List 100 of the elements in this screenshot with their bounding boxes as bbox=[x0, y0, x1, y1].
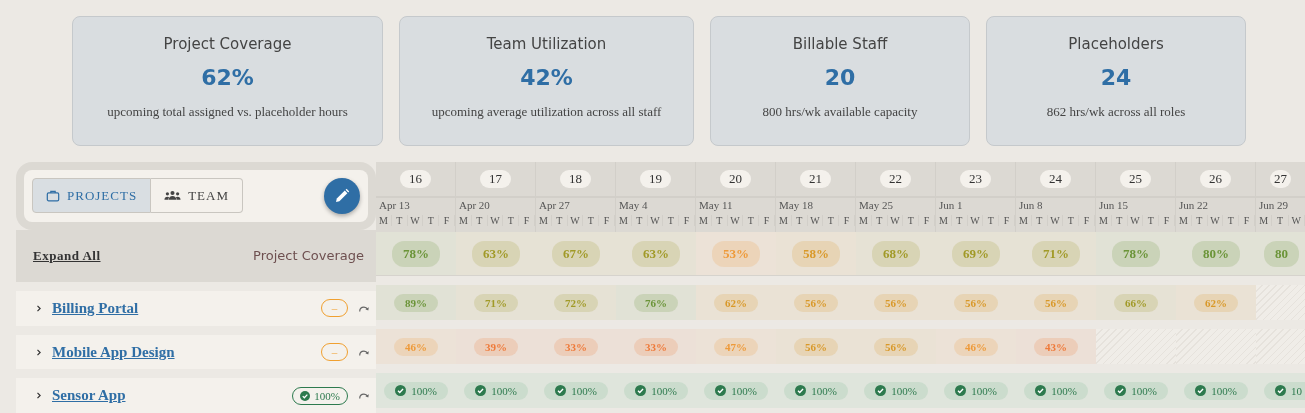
weekday-label: T bbox=[583, 215, 600, 226]
weekday-label: T bbox=[711, 215, 728, 226]
project-link[interactable]: Mobile App Design bbox=[52, 343, 321, 361]
weekday-label: T bbox=[791, 215, 808, 226]
chevron-icon bbox=[36, 303, 42, 313]
coverage-pill: 68% bbox=[872, 240, 920, 267]
check-icon bbox=[955, 385, 967, 396]
weekday-label: T bbox=[983, 215, 1000, 226]
stat-title: Project Coverage bbox=[163, 35, 292, 53]
coverage-pill: 100% bbox=[544, 381, 608, 400]
week-date: Apr 13 bbox=[378, 198, 411, 213]
coverage-pill: 100% bbox=[704, 381, 768, 400]
weekday-label: M bbox=[1256, 215, 1273, 226]
coverage-pill: 62% bbox=[1194, 293, 1238, 312]
pencil-icon bbox=[334, 187, 350, 204]
coverage-pill: 76% bbox=[634, 293, 678, 312]
coverage-pill: 33% bbox=[634, 337, 678, 356]
edit-button[interactable] bbox=[324, 177, 360, 214]
check-icon bbox=[1275, 385, 1286, 396]
weekday-label: W bbox=[887, 215, 904, 226]
week-date: May 4 bbox=[618, 198, 649, 213]
project-link[interactable]: Billing Portal bbox=[52, 299, 321, 317]
week-number: 18 bbox=[560, 170, 591, 188]
weekday-label: T bbox=[471, 215, 488, 226]
coverage-pill: 63% bbox=[632, 240, 680, 267]
view-tab[interactable]: PROJECTS bbox=[32, 178, 152, 214]
coverage-pill: 39% bbox=[474, 337, 518, 356]
week-date: Apr 27 bbox=[538, 198, 571, 213]
stat-title: Placeholders bbox=[1068, 35, 1164, 53]
coverage-pill: 67% bbox=[552, 240, 600, 267]
weekday-label: W bbox=[1288, 215, 1305, 226]
week-number: 20 bbox=[720, 170, 751, 188]
coverage-pill: 56% bbox=[794, 337, 838, 356]
week-number: 17 bbox=[480, 170, 511, 188]
stat-value: 62% bbox=[201, 65, 254, 90]
check-icon bbox=[635, 385, 647, 396]
project-link[interactable]: Sensor App bbox=[52, 387, 292, 405]
weekday-label: F bbox=[1159, 215, 1175, 226]
stat-caption: 862 hrs/wk across all roles bbox=[1046, 104, 1186, 120]
weekday-label: T bbox=[503, 215, 520, 226]
weekday-label: M bbox=[776, 215, 792, 226]
week-date: Jun 1 bbox=[938, 198, 964, 213]
coverage-pill: 78% bbox=[1112, 240, 1160, 267]
weekday-label: M bbox=[1016, 215, 1032, 226]
coverage-pill: 69% bbox=[952, 240, 1000, 267]
coverage-pill: 71% bbox=[474, 293, 518, 312]
coverage-pill: 53% bbox=[712, 240, 760, 267]
stat-caption: upcoming average utilization across all staff bbox=[431, 104, 662, 120]
weekday-label: W bbox=[1207, 215, 1224, 226]
redo-icon bbox=[358, 391, 370, 401]
view-tab[interactable]: TEAM bbox=[151, 178, 243, 214]
weekday-label: F bbox=[1239, 215, 1255, 226]
weekday-label: W bbox=[567, 215, 584, 226]
week-number: 21 bbox=[800, 170, 831, 188]
stat-title: Team Utilization bbox=[486, 35, 607, 53]
weekday-label: M bbox=[696, 215, 712, 226]
weekday-label: T bbox=[1143, 215, 1160, 226]
check-icon bbox=[795, 385, 807, 396]
coverage-pill: 100% bbox=[1184, 381, 1248, 400]
weekday-label: T bbox=[1031, 215, 1048, 226]
week-number: 19 bbox=[640, 170, 671, 188]
check-icon bbox=[715, 385, 727, 396]
weekday-label: T bbox=[663, 215, 680, 226]
weekday-label: M bbox=[456, 215, 472, 226]
week-number: 27 bbox=[1270, 170, 1291, 188]
coverage-pill: 100% bbox=[624, 381, 688, 400]
weekday-label: T bbox=[823, 215, 840, 226]
weekday-label: T bbox=[1272, 215, 1289, 226]
week-date: Apr 20 bbox=[458, 198, 491, 213]
chevron-icon bbox=[36, 391, 42, 401]
stat-value: 24 bbox=[1100, 65, 1132, 90]
weekday-label: T bbox=[423, 215, 440, 226]
coverage-pill: 62% bbox=[714, 293, 758, 312]
check-icon bbox=[395, 385, 407, 396]
weekday-label: F bbox=[679, 215, 695, 226]
week-number: 16 bbox=[400, 170, 431, 188]
coverage-pill: 71% bbox=[1032, 240, 1080, 267]
weekday-label: T bbox=[391, 215, 408, 226]
coverage-pill: 56% bbox=[874, 337, 918, 356]
weekday-label: W bbox=[407, 215, 424, 226]
check-icon bbox=[1195, 385, 1207, 396]
weekday-label: W bbox=[807, 215, 824, 226]
briefcase-icon bbox=[46, 188, 60, 203]
coverage-pill: 100% bbox=[864, 381, 928, 400]
check-icon bbox=[475, 385, 487, 396]
check-icon bbox=[1115, 385, 1127, 396]
week-date: May 25 bbox=[858, 198, 894, 213]
coverage-pill: 100% bbox=[384, 381, 448, 400]
coverage-label: Project Coverage bbox=[253, 248, 364, 264]
coverage-pill: 33% bbox=[554, 337, 598, 356]
weekday-label: M bbox=[936, 215, 952, 226]
coverage-pill: 100% bbox=[944, 381, 1008, 400]
weekday-label: F bbox=[759, 215, 775, 226]
coverage-pill: 100% bbox=[1104, 381, 1168, 400]
expand-all-link[interactable]: Expand All bbox=[33, 247, 101, 264]
coverage-pill: 100% bbox=[464, 381, 528, 400]
weekday-label: F bbox=[999, 215, 1015, 226]
coverage-pill: 46% bbox=[394, 337, 438, 356]
weekday-label: M bbox=[536, 215, 552, 226]
weekday-label: W bbox=[1127, 215, 1144, 226]
